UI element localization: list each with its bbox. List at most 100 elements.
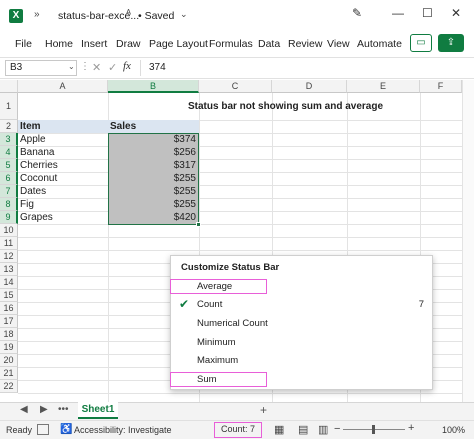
accessibility-status[interactable]: Accessibility: Investigate <box>74 425 172 435</box>
row-header-16[interactable]: 16 <box>0 302 18 315</box>
item-cell[interactable]: Dates <box>20 185 108 198</box>
next-sheet-icon[interactable]: ▶ <box>40 404 48 415</box>
item-cell[interactable]: Coconut <box>20 172 108 185</box>
column-header-f[interactable]: F <box>420 80 462 93</box>
column-header-e[interactable]: E <box>347 80 420 93</box>
menu-item-average[interactable]: Average <box>170 278 432 296</box>
status-count[interactable]: Count: 7 <box>214 422 262 438</box>
menu-item-label: Maximum <box>197 355 239 366</box>
sales-cell[interactable]: $256 <box>110 146 196 159</box>
tab-view[interactable]: View <box>327 38 350 50</box>
chevron-down-icon[interactable]: ⌄ <box>68 62 75 71</box>
row-header-22[interactable]: 22 <box>0 380 18 393</box>
menu-item-count[interactable]: ✔ Count 7 <box>171 296 432 314</box>
tab-review[interactable]: Review <box>288 38 322 50</box>
column-header-a[interactable]: A <box>18 80 108 93</box>
prev-sheet-icon[interactable]: ◀ <box>20 404 28 415</box>
minimize-button[interactable]: — <box>392 6 404 20</box>
formula-input[interactable]: 374 <box>140 60 466 76</box>
name-box[interactable]: B3 <box>5 60 77 76</box>
sales-cell[interactable]: $255 <box>110 198 196 211</box>
item-cell[interactable]: Cherries <box>20 159 108 172</box>
row-header-17[interactable]: 17 <box>0 315 18 328</box>
close-button[interactable]: ✕ <box>451 6 461 20</box>
row-header-13[interactable]: 13 <box>0 263 18 276</box>
sheet-title[interactable]: Status bar not showing sum and average <box>18 100 462 114</box>
pen-icon[interactable]: ✎ <box>352 6 362 20</box>
normal-view-icon[interactable]: ▦ <box>274 423 284 436</box>
row-header-9[interactable]: 9 <box>0 211 18 224</box>
row-header-14[interactable]: 14 <box>0 276 18 289</box>
sales-cell[interactable]: $317 <box>110 159 196 172</box>
column-header-c[interactable]: C <box>199 80 272 93</box>
zoom-slider-thumb[interactable] <box>372 425 375 434</box>
tab-draw[interactable]: Draw <box>116 38 141 50</box>
menu-item-sum[interactable]: Sum <box>170 371 432 389</box>
more-sheets-icon[interactable]: ••• <box>58 404 69 415</box>
comments-button[interactable]: ▭ <box>410 34 432 52</box>
row-header-15[interactable]: 15 <box>0 289 18 302</box>
share-button[interactable]: ⇪ <box>438 34 464 52</box>
row-header-21[interactable]: 21 <box>0 367 18 380</box>
header-sales[interactable]: Sales <box>110 120 198 133</box>
add-sheet-button[interactable]: + <box>260 403 267 417</box>
row-header-2[interactable]: 2 <box>0 120 18 133</box>
fill-handle[interactable] <box>196 222 201 227</box>
tab-automate[interactable]: Automate <box>357 38 402 50</box>
more-commands-icon[interactable]: » <box>34 9 40 20</box>
menu-item-maximum[interactable]: Maximum <box>171 352 432 370</box>
tab-page-layout[interactable]: Page Layout <box>149 38 208 50</box>
tab-insert[interactable]: Insert <box>81 38 107 50</box>
item-cell[interactable]: Apple <box>20 133 108 146</box>
sheet-tab-sheet1[interactable]: Sheet1 <box>78 402 118 419</box>
autosave-icon: ᴬ <box>126 8 131 20</box>
menu-item-numerical-count[interactable]: Numerical Count <box>171 315 432 333</box>
tab-home[interactable]: Home <box>45 38 73 50</box>
gridline <box>18 224 462 225</box>
maximize-button[interactable]: ☐ <box>422 6 433 20</box>
zoom-in-button[interactable]: + <box>408 422 414 434</box>
header-item[interactable]: Item <box>20 120 108 133</box>
column-header-d[interactable]: D <box>272 80 347 93</box>
page-layout-view-icon[interactable]: ▤ <box>298 423 308 436</box>
customize-status-bar-menu: Customize Status Bar Average ✔ Count 7 N… <box>170 255 433 390</box>
row-header-12[interactable]: 12 <box>0 250 18 263</box>
zoom-out-button[interactable]: − <box>334 423 340 435</box>
row-header-10[interactable]: 10 <box>0 224 18 237</box>
row-header-19[interactable]: 19 <box>0 341 18 354</box>
select-all-corner[interactable] <box>0 80 18 93</box>
row-header-11[interactable]: 11 <box>0 237 18 250</box>
row-header-3[interactable]: 3 <box>0 133 18 146</box>
item-cell[interactable]: Banana <box>20 146 108 159</box>
check-icon: ✔ <box>179 297 190 311</box>
row-header-4[interactable]: 4 <box>0 146 18 159</box>
row-header-1[interactable]: 1 <box>0 93 18 120</box>
sales-cell[interactable]: $420 <box>110 211 196 224</box>
accessibility-icon[interactable]: ♿ <box>60 424 72 435</box>
tab-data[interactable]: Data <box>258 38 280 50</box>
column-header-b[interactable]: B <box>108 80 199 93</box>
item-cell[interactable]: Fig <box>20 198 108 211</box>
more-icon: ⋮ <box>80 61 90 72</box>
row-header-8[interactable]: 8 <box>0 198 18 211</box>
tab-file[interactable]: File <box>15 38 32 50</box>
chevron-down-icon[interactable]: ⌄ <box>180 9 188 20</box>
macro-record-icon[interactable] <box>37 424 49 435</box>
row-header-6[interactable]: 6 <box>0 172 18 185</box>
row-header-7[interactable]: 7 <box>0 185 18 198</box>
cancel-icon[interactable]: ✕ <box>92 61 101 74</box>
zoom-level[interactable]: 100% <box>442 425 465 435</box>
page-break-view-icon[interactable]: ▥ <box>318 423 328 436</box>
insert-function-icon[interactable]: fx <box>123 60 131 72</box>
item-cell[interactable]: Grapes <box>20 211 108 224</box>
sales-cell[interactable]: $374 <box>110 133 196 146</box>
row-header-20[interactable]: 20 <box>0 354 18 367</box>
menu-item-minimum[interactable]: Minimum <box>171 334 432 352</box>
enter-icon[interactable]: ✓ <box>108 61 117 74</box>
row-header-5[interactable]: 5 <box>0 159 18 172</box>
vertical-scrollbar[interactable] <box>462 80 474 402</box>
row-header-18[interactable]: 18 <box>0 328 18 341</box>
sales-cell[interactable]: $255 <box>110 172 196 185</box>
sales-cell[interactable]: $255 <box>110 185 196 198</box>
tab-formulas[interactable]: Formulas <box>209 38 253 50</box>
